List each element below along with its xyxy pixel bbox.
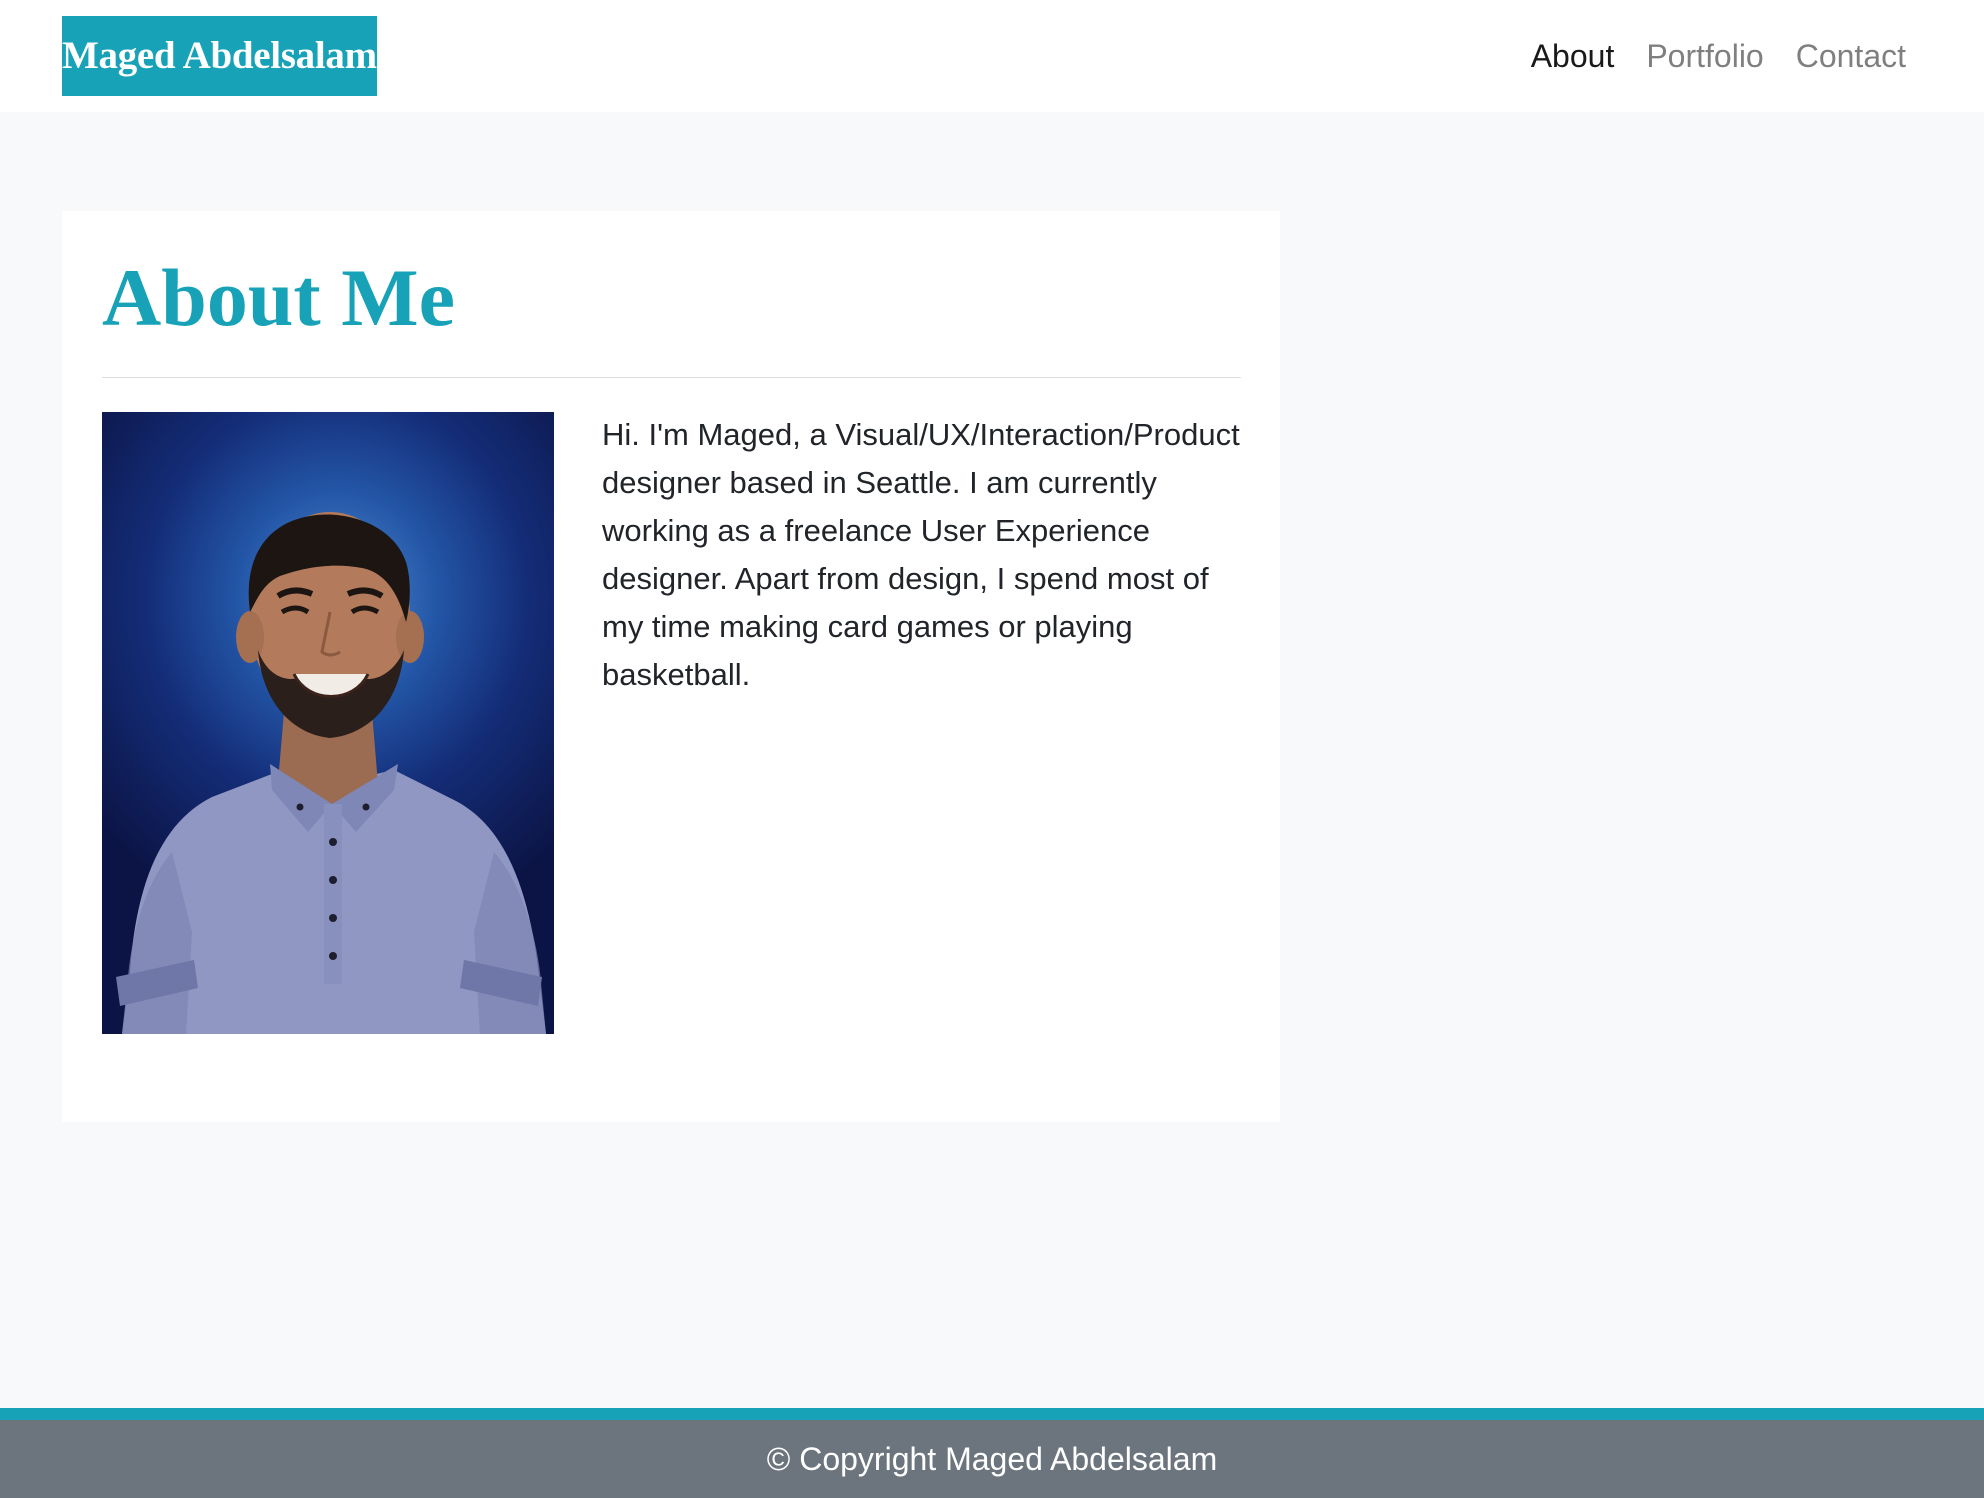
bio-text: Hi. I'm Maged, a Visual/UX/Interaction/P… <box>602 417 1240 692</box>
footer-accent-bar <box>0 1408 1984 1420</box>
footer: © Copyright Maged Abdelsalam <box>0 1420 1984 1498</box>
about-card: About Me Hi. I'm Maged, a Visual/UX/Inte… <box>62 211 1280 1122</box>
nav-link-about[interactable]: About <box>1531 38 1615 75</box>
copyright-text: © Copyright Maged Abdelsalam <box>766 1440 1218 1477</box>
profile-photo <box>102 412 554 1034</box>
nav-link-portfolio[interactable]: Portfolio <box>1646 38 1763 75</box>
brand-logo[interactable]: Maged Abdelsalam <box>62 16 377 96</box>
nav-link-contact[interactable]: Contact <box>1796 38 1906 75</box>
navbar: Maged Abdelsalam About Portfolio Contact <box>0 0 1984 112</box>
nav-links: About Portfolio Contact <box>1499 32 1906 80</box>
title-divider <box>102 377 1241 378</box>
about-title: About Me <box>102 252 456 343</box>
